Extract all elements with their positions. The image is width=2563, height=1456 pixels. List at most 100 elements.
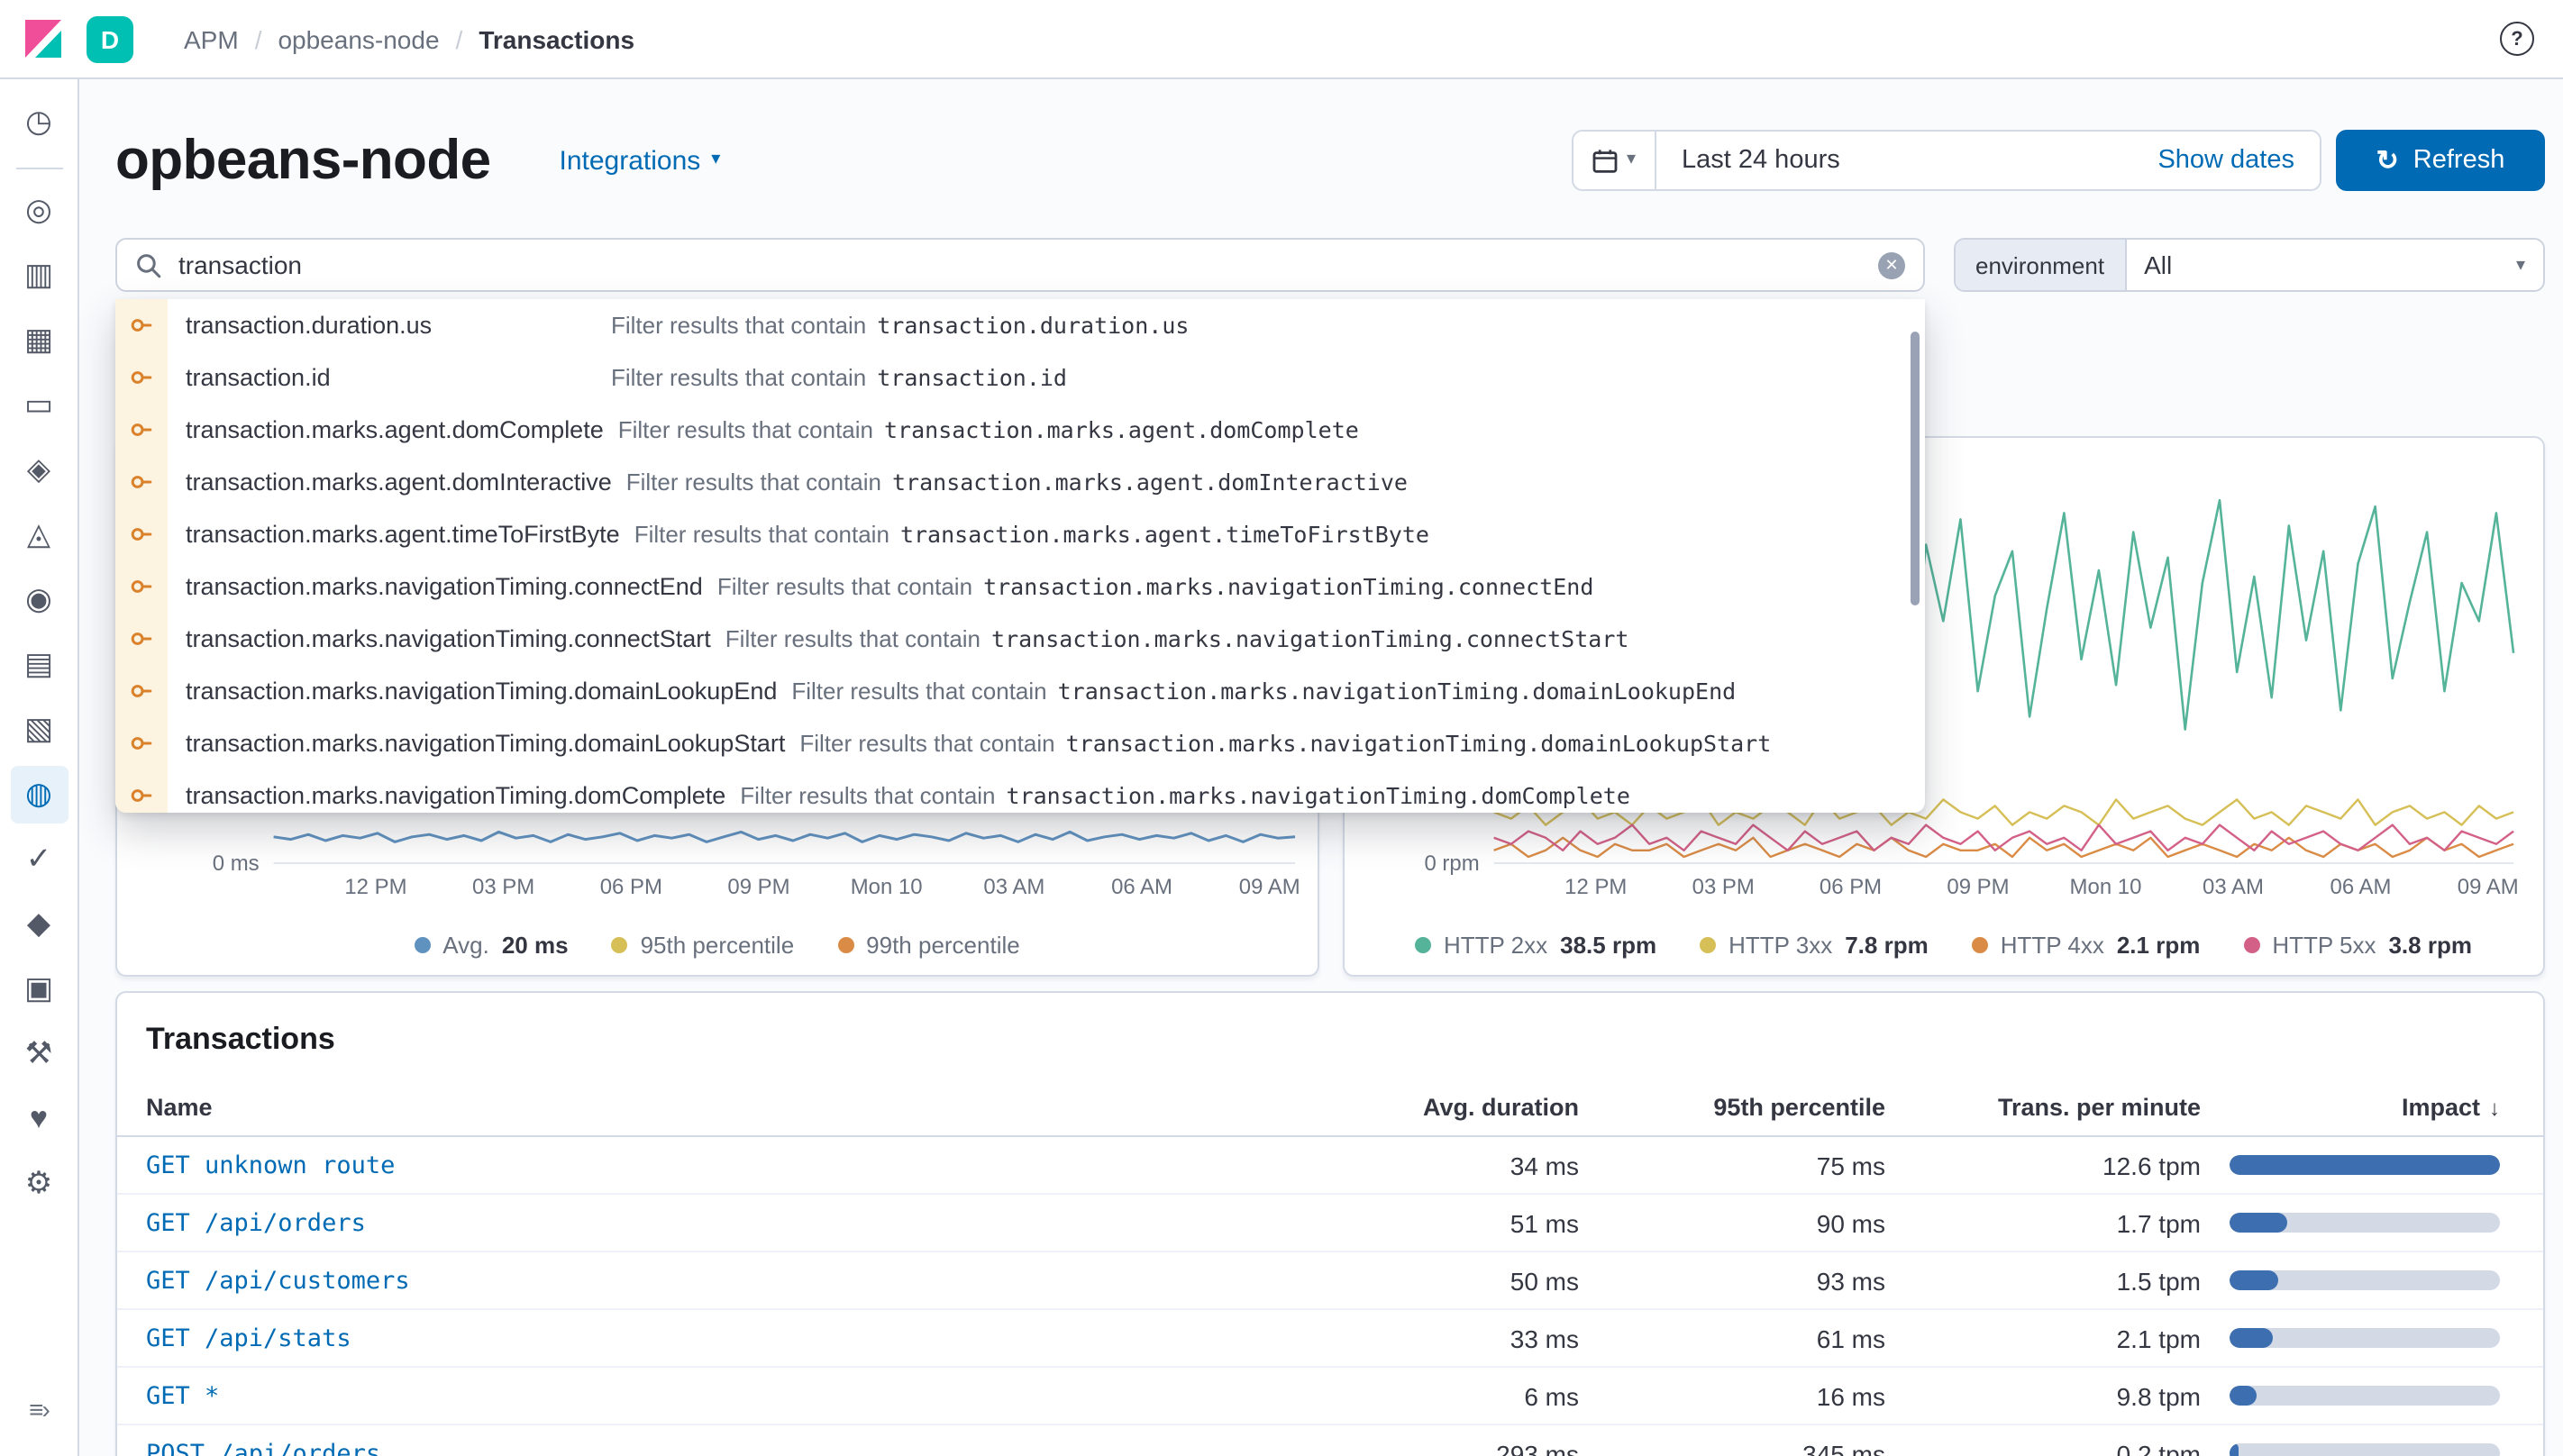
sidebar-item-metrics[interactable]: ▤ — [10, 636, 68, 694]
column-header-95th-percentile[interactable]: 95th percentile — [1593, 1079, 1900, 1137]
popover-scrollbar[interactable] — [1911, 332, 1920, 605]
breadcrumb-item[interactable]: APM — [184, 24, 239, 53]
suggestion-item[interactable]: transaction.marks.navigationTiming.domai… — [115, 717, 1925, 769]
legend-label: HTTP 5xx — [2272, 932, 2376, 959]
visualize-icon: ▥ — [23, 258, 54, 292]
transaction-link[interactable]: GET unknown route — [146, 1151, 395, 1180]
transaction-link[interactable]: GET /api/stats — [146, 1324, 351, 1353]
collapse-nav-button[interactable]: ≡› — [10, 1380, 68, 1438]
tpm-cell: 1.7 tpm — [1900, 1194, 2215, 1252]
sidebar-item-stack-monitoring[interactable]: ♥ — [10, 1090, 68, 1148]
maps-icon: ◈ — [26, 452, 51, 487]
column-header-avg-duration[interactable]: Avg. duration — [1323, 1079, 1593, 1137]
kibana-logo[interactable] — [0, 15, 87, 62]
sidebar-item-apm[interactable]: ◍ — [10, 766, 68, 824]
impact-bar-fill — [2230, 1443, 2238, 1456]
legend-item[interactable]: HTTP 5xx 3.8 rpm — [2243, 932, 2472, 959]
suggestion-item[interactable]: transaction.duration.us Filter results th… — [115, 299, 1925, 351]
suggestion-item[interactable]: transaction.marks.agent.domComplete Filte… — [115, 404, 1925, 456]
help-icon[interactable]: ? — [2500, 22, 2534, 56]
impact-bar-fill — [2230, 1328, 2273, 1348]
suggestion-field-name: transaction.marks.agent.timeToFirstByte — [186, 521, 620, 548]
legend-item[interactable]: HTTP 2xx 38.5 rpm — [1415, 932, 1656, 959]
x-axis-tick-label: 12 PM — [1564, 875, 1626, 899]
impact-bar-track — [2230, 1386, 2500, 1406]
field-icon — [115, 508, 168, 560]
impact-cell — [2215, 1309, 2543, 1368]
transaction-link[interactable]: GET /api/orders — [146, 1209, 366, 1238]
p95-cell: 90 ms — [1593, 1194, 1900, 1252]
suggestion-item[interactable]: transaction.marks.navigationTiming.conne… — [115, 560, 1925, 613]
legend-item[interactable]: HTTP 3xx 7.8 rpm — [1700, 932, 1929, 959]
transaction-name-cell: POST /api/orders — [117, 1424, 1323, 1456]
sidebar-item-fleet[interactable]: ▣ — [10, 960, 68, 1018]
suggestion-item[interactable]: transaction.marks.agent.timeToFirstByte F… — [115, 508, 1925, 560]
fleet-icon: ▣ — [23, 971, 54, 1006]
transaction-link[interactable]: GET /api/customers — [146, 1267, 410, 1296]
sidebar-item-discover[interactable]: ◎ — [10, 182, 68, 240]
x-axis-tick-label: 09 AM — [1239, 875, 1300, 899]
show-dates-button[interactable]: Show dates — [2157, 146, 2320, 175]
suggestion-field-code: transaction.marks.agent.timeToFirstByte — [899, 521, 1429, 548]
impact-cell — [2215, 1136, 2543, 1195]
sidebar-item-visualize[interactable]: ▥ — [10, 247, 68, 305]
sidebar-item-dev-tools[interactable]: ⚒ — [10, 1025, 68, 1083]
suggestion-field-name: transaction.duration.us — [186, 312, 433, 339]
y-axis-zero-label: 0 ms — [213, 851, 260, 876]
x-axis-tick-label: 03 PM — [472, 875, 534, 899]
column-header-impact[interactable]: Impact ↓ — [2215, 1079, 2543, 1137]
sidebar-item-machine-learning[interactable]: ◬ — [10, 506, 68, 564]
legend-item[interactable]: 95th percentile — [611, 932, 794, 959]
sidebar-item-uptime[interactable]: ✓ — [10, 831, 68, 888]
p95-cell: 75 ms — [1593, 1136, 1900, 1195]
legend-label: HTTP 3xx — [1728, 932, 1833, 959]
sidebar-item-recently-viewed[interactable]: ◷ — [10, 94, 68, 151]
suggestion-description: Filter results that contain transaction.m… — [716, 573, 1594, 600]
sidebar-item-maps[interactable]: ◈ — [10, 441, 68, 499]
column-header-trans-per-minute[interactable]: Trans. per minute — [1900, 1079, 2215, 1137]
suggestion-item[interactable]: transaction.marks.navigationTiming.domai… — [115, 665, 1925, 717]
legend-item[interactable]: 99th percentile — [837, 932, 1020, 959]
sidebar-item-security[interactable]: ◆ — [10, 896, 68, 953]
sidebar-item-graph[interactable]: ◉ — [10, 571, 68, 629]
refresh-button[interactable]: ↻ Refresh — [2336, 130, 2545, 191]
integrations-dropdown[interactable]: Integrations ▾ — [560, 145, 721, 176]
environment-filter[interactable]: environment All ▾ — [1954, 238, 2545, 292]
legend-color-dot — [2243, 937, 2260, 953]
top-header-bar: D APM / opbeans-node / Transactions ? — [0, 0, 2563, 79]
clear-search-icon[interactable]: ✕ — [1878, 251, 1905, 278]
sidebar-item-dashboard[interactable]: ▦ — [10, 312, 68, 369]
legend-item[interactable]: HTTP 4xx 2.1 rpm — [1971, 932, 2200, 959]
column-header-name[interactable]: Name — [117, 1079, 1323, 1137]
suggestion-field-name: transaction.marks.navigationTiming.conne… — [186, 625, 711, 652]
time-range-label[interactable]: Last 24 hours — [1656, 146, 1865, 175]
suggestion-item[interactable]: transaction.marks.navigationTiming.domCo… — [115, 769, 1925, 813]
suggestion-field-code: transaction.id — [877, 364, 1067, 391]
field-icon — [115, 299, 168, 351]
space-avatar[interactable]: D — [87, 15, 133, 62]
transaction-link[interactable]: GET * — [146, 1382, 219, 1411]
sidebar-item-logs[interactable]: ▧ — [10, 701, 68, 759]
suggestion-field-name: transaction.marks.agent.domComplete — [186, 416, 604, 443]
search-input[interactable] — [178, 250, 1878, 279]
table-row: GET unknown route 34 ms 75 ms 12.6 tpm — [117, 1136, 2543, 1195]
suggestion-item[interactable]: transaction.marks.navigationTiming.conne… — [115, 613, 1925, 665]
suggestion-item[interactable]: transaction.marks.agent.domInteractive Fi… — [115, 456, 1925, 508]
date-picker: ▾ Last 24 hours Show dates — [1572, 130, 2321, 191]
legend-item[interactable]: Avg. 20 ms — [414, 932, 569, 959]
suggestion-description: Filter results that contain transaction.m… — [725, 625, 1629, 652]
suggestion-item[interactable]: transaction.id Filter results that contai… — [115, 351, 1925, 404]
p95-cell: 93 ms — [1593, 1251, 1900, 1310]
security-icon: ◆ — [26, 906, 51, 941]
calendar-dropdown-button[interactable]: ▾ — [1573, 132, 1656, 189]
sidebar-item-management[interactable]: ⚙ — [10, 1155, 68, 1213]
x-axis-tick-label: 09 PM — [727, 875, 789, 899]
impact-bar-fill — [2230, 1270, 2278, 1290]
refresh-label: Refresh — [2413, 146, 2505, 175]
transactions-table: Name Avg. duration 95th percentile Trans. p… — [117, 1079, 2543, 1456]
sidebar-item-canvas[interactable]: ▭ — [10, 377, 68, 434]
breadcrumb-item[interactable]: opbeans-node — [278, 24, 439, 53]
sort-desc-icon: ↓ — [2489, 1096, 2500, 1121]
transaction-link[interactable]: POST /api/orders — [146, 1440, 380, 1456]
suggestion-description: Filter results that contain transaction.d… — [611, 312, 1190, 339]
